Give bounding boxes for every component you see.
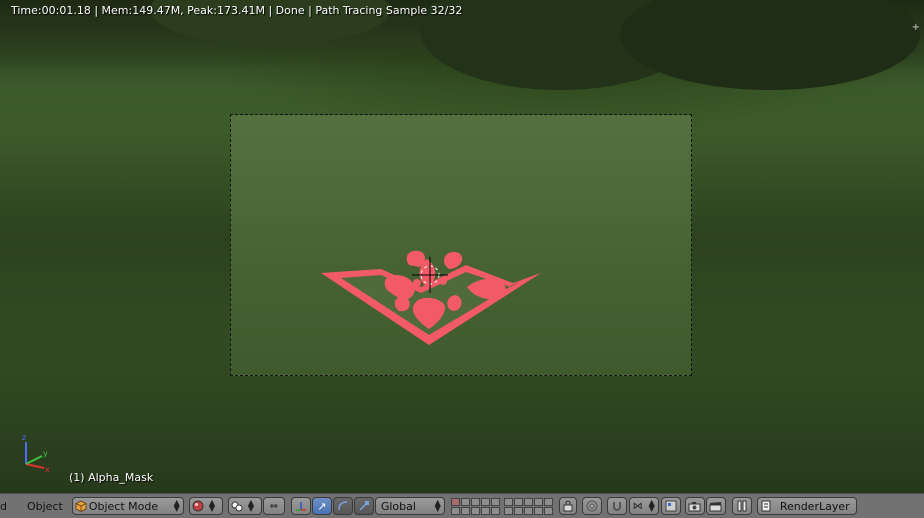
- layer-button[interactable]: [533, 497, 543, 506]
- dropdown-arrows-icon: ▲ ▼: [247, 498, 254, 513]
- manipulator-scale-button[interactable]: [353, 497, 374, 515]
- rotate-arc-icon: [335, 498, 351, 514]
- render-layer-label: RenderLayer: [779, 499, 850, 513]
- layer-button[interactable]: [490, 506, 500, 515]
- render-animation-button[interactable]: [705, 497, 726, 515]
- dropdown-arrows-icon: ▲ ▼: [434, 498, 441, 513]
- viewport-shading-dropdown[interactable]: ▲ ▼: [188, 497, 223, 515]
- dropdown-arrows-icon: ▲ ▼: [173, 498, 180, 513]
- layer-button[interactable]: [480, 497, 490, 506]
- layer-button[interactable]: [503, 497, 513, 506]
- layer-pause-button[interactable]: [731, 497, 752, 515]
- translate-arrow-icon: ↗: [317, 499, 327, 513]
- layer-buttons-right[interactable]: [503, 497, 553, 515]
- layer-pause-icon: [734, 498, 750, 514]
- lock-camera-button[interactable]: [558, 497, 577, 515]
- axis-gizmo-icon: z x y: [22, 433, 50, 474]
- snap-target-button[interactable]: [660, 497, 681, 515]
- sphere-shading-icon: [190, 498, 206, 514]
- layer-button[interactable]: [523, 506, 533, 515]
- mode-label: Object Mode: [88, 499, 159, 513]
- layer-buttons-left[interactable]: [450, 497, 500, 515]
- layer-button[interactable]: [513, 497, 523, 506]
- layer-button[interactable]: [470, 497, 480, 506]
- dropdown-arrows-icon: ▲ ▼: [208, 498, 215, 513]
- layer-button[interactable]: [503, 506, 513, 515]
- manipulator-toggle-button[interactable]: ⇔: [262, 497, 285, 515]
- manipulator-translate-button[interactable]: [290, 497, 311, 515]
- proportional-edit-button[interactable]: [581, 497, 602, 515]
- bush: [620, 0, 920, 90]
- snap-toggle-button[interactable]: [606, 497, 627, 515]
- manipulator-rotate-button[interactable]: [332, 497, 353, 515]
- svg-text:z: z: [22, 433, 26, 442]
- layer-button[interactable]: [490, 497, 500, 506]
- layer-button[interactable]: [543, 506, 553, 515]
- layer-button[interactable]: [480, 506, 490, 515]
- layer-button[interactable]: [470, 506, 480, 515]
- layer-button[interactable]: [523, 497, 533, 506]
- 3d-view-header: d Object Object Mode ▲ ▼ ▲ ▼ ▲ ▼ ⇔ ↗ Glo…: [0, 493, 924, 518]
- proportional-edit-icon: [584, 498, 600, 514]
- layer-button[interactable]: [513, 506, 523, 515]
- alpha-mask-decal: [321, 250, 541, 345]
- svg-text:y: y: [43, 449, 48, 458]
- 3d-viewport[interactable]: Time:00:01.18 | Mem:149.47M, Peak:173.41…: [0, 0, 924, 493]
- camera-icon: [687, 498, 703, 514]
- magnet-icon: [609, 498, 625, 514]
- translate-arrow-icon: [293, 498, 309, 514]
- layer-button[interactable]: [533, 506, 543, 515]
- axis-manipulator-icon: ⇔: [269, 500, 278, 512]
- layer-button[interactable]: [450, 506, 460, 515]
- layer-button[interactable]: [460, 497, 470, 506]
- svg-text:x: x: [45, 465, 50, 474]
- cube-icon: [73, 498, 89, 514]
- layer-button[interactable]: [543, 497, 553, 506]
- layer-button[interactable]: [460, 506, 470, 515]
- render-layer-dropdown[interactable]: RenderLayer: [756, 497, 857, 515]
- object-menu[interactable]: Object: [21, 500, 69, 513]
- camera-render-border: [230, 114, 692, 376]
- snap-element-dropdown[interactable]: ⋈ ▲ ▼: [628, 497, 659, 515]
- snap-target-icon: [663, 498, 679, 514]
- render-still-button[interactable]: [684, 497, 705, 515]
- lock-icon: [560, 498, 576, 514]
- manipulator-translate-active-button[interactable]: ↗: [311, 497, 332, 515]
- menu-truncated[interactable]: d: [0, 500, 21, 513]
- render-layer-icon: [758, 498, 774, 514]
- active-object-label: (1) Alpha_Mask: [69, 471, 154, 484]
- orientation-label: Global: [380, 499, 416, 513]
- mode-dropdown[interactable]: Object Mode ▲ ▼: [71, 497, 184, 515]
- scale-icon: [356, 498, 372, 514]
- snap-target-icon: ⋈: [632, 500, 643, 512]
- layer-button[interactable]: [450, 497, 460, 506]
- viewport-split-widget[interactable]: +: [912, 22, 920, 33]
- pivot-point-dropdown[interactable]: ▲ ▼: [227, 497, 262, 515]
- pivot-point-icon: [229, 498, 245, 514]
- render-stats: Time:00:01.18 | Mem:149.47M, Peak:173.41…: [11, 4, 463, 17]
- dropdown-arrows-icon: ▲ ▼: [648, 498, 655, 513]
- transform-orientation-dropdown[interactable]: Global ▲ ▼: [374, 497, 445, 515]
- clapper-icon: [708, 498, 724, 514]
